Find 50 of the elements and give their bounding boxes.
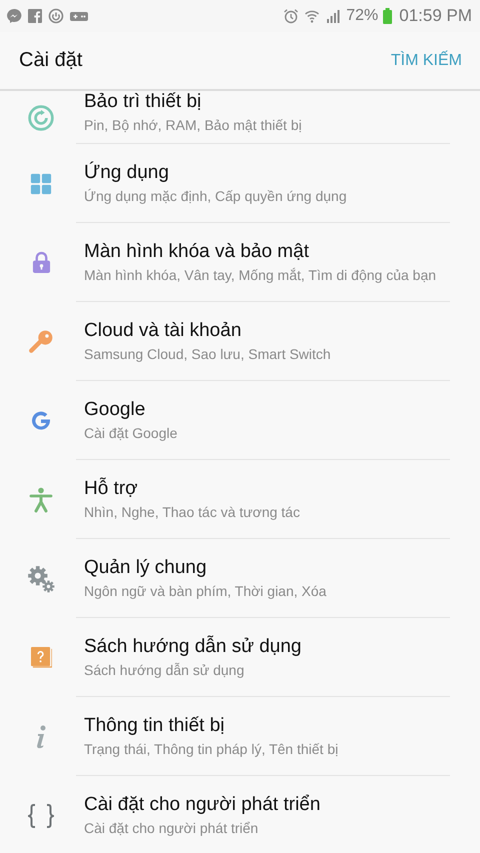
item-title: Sách hướng dẫn sử dụng <box>84 636 302 658</box>
item-subtitle: Trạng thái, Thông tin pháp lý, Tên thiết bị <box>84 741 340 757</box>
item-title: Cloud và tài khoản <box>84 320 242 342</box>
item-title: Màn hình khóa và bảo mật <box>84 241 310 263</box>
settings-item[interactable]: Sách hướng dẫn sử dụng Sách hướng dẫn sử dụng <box>0 618 480 697</box>
gear-icon <box>26 564 56 594</box>
item-title: Google <box>84 399 146 421</box>
clock-time: 01:59 PM <box>399 6 472 26</box>
item-title: Ứng dụng <box>84 162 170 184</box>
item-subtitle: Nhìn, Nghe, Thao tác và tương tác <box>84 504 301 520</box>
accessibility-icon <box>29 486 53 512</box>
item-subtitle: Pin, Bộ nhớ, RAM, Bảo mật thiết bị <box>84 117 303 133</box>
settings-item[interactable]: Bảo trì thiết bị Pin, Bộ nhớ, RAM, Bảo mật thiết bị <box>0 91 480 144</box>
settings-item[interactable]: Thông tin thiết bị Trạng thái, Thông tin pháp lý, Tên thiết bị <box>0 697 480 776</box>
refresh-icon <box>28 104 54 130</box>
item-subtitle: Màn hình khóa, Vân tay, Mống mắt, Tìm di động của bạn <box>84 267 438 283</box>
info-icon <box>35 724 47 748</box>
battery-percent: 72% <box>346 7 378 25</box>
settings-item[interactable]: Cài đặt cho người phát triển Cài đặt cho người phát triển <box>0 776 480 853</box>
item-title: Cài đặt cho người phát triển <box>84 794 322 816</box>
item-subtitle: Samsung Cloud, Sao lưu, Smart Switch <box>84 346 332 362</box>
item-subtitle: Sách hướng dẫn sử dụng <box>84 662 246 678</box>
grid-icon <box>30 172 52 194</box>
braces-icon <box>28 804 54 828</box>
page-title: Cài đặt <box>19 49 82 72</box>
item-subtitle: Ngôn ngữ và bàn phím, Thời gian, Xóa <box>84 583 328 599</box>
item-subtitle: Ứng dụng mặc định, Cấp quyền ứng dụng <box>84 188 348 204</box>
key-icon <box>28 328 54 354</box>
settings-item[interactable]: Quản lý chung Ngôn ngữ và bàn phím, Thời gian, Xóa <box>0 539 480 618</box>
item-subtitle: Cài đặt Google <box>84 425 178 441</box>
chat-bubble-icon <box>6 8 22 24</box>
help-book-icon <box>30 647 52 668</box>
google-g-icon <box>29 408 53 432</box>
settings-item[interactable]: Google Cài đặt Google <box>0 381 480 460</box>
item-title: Bảo trì thiết bị <box>84 91 202 113</box>
item-title: Thông tin thiết bị <box>84 715 226 737</box>
item-title: Hỗ trợ <box>84 478 139 500</box>
power-ring-icon <box>48 8 64 24</box>
facebook-icon <box>27 8 43 24</box>
settings-item[interactable]: Ứng dụng Ứng dụng mặc định, Cấp quyền ứng dụng <box>0 144 480 223</box>
battery-icon <box>383 8 392 24</box>
signal-icon <box>325 8 342 24</box>
wifi-icon <box>304 8 320 24</box>
settings-item[interactable]: Hỗ trợ Nhìn, Nghe, Thao tác và tương tác <box>0 460 480 539</box>
settings-item[interactable]: Màn hình khóa và bảo mật Màn hình khóa, Vân tay, Mống mắt, Tìm di động của bạn <box>0 223 480 302</box>
settings-item[interactable]: Cloud và tài khoản Samsung Cloud, Sao lưu, Smart Switch <box>0 302 480 381</box>
item-subtitle: Cài đặt cho người phát triển <box>84 820 260 836</box>
alarm-clock-icon <box>283 8 300 24</box>
lock-icon <box>32 251 50 274</box>
item-title: Quản lý chung <box>84 557 208 579</box>
